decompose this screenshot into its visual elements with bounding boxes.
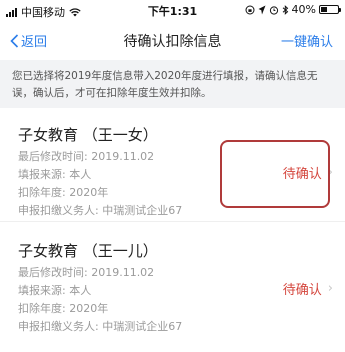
withholding-agent: 申报扣缴义务人: 中瑞测试企业67 [18,204,183,217]
status-label: 待确认 [282,283,322,298]
battery-icon [319,5,341,14]
notice-banner: 您已选择将2019年度信息带入2020年度进行填报，请确认信息无误，确认后，才可… [0,60,345,108]
highlight-box [220,140,330,208]
bluetooth-icon [282,4,288,15]
modified-time: 最后修改时间: 2019.11.02 [18,266,155,279]
withholding-agent: 申报扣缴义务人: 中瑞测试企业67 [18,320,183,333]
rotation-lock-icon [245,5,255,14]
back-button[interactable]: 返回 [10,31,47,50]
back-label: 返回 [21,35,48,50]
confirm-all-button[interactable]: 一键确认 [281,31,333,50]
chevron-left-icon [10,33,19,48]
battery-percent: 40% [291,3,316,16]
status-right: 40% [245,3,341,16]
modified-time: 最后修改时间: 2019.11.02 [18,150,155,163]
deduction-card[interactable]: 子女教育 （王一儿） 最后修改时间: 2019.11.02 填报来源: 本人 扣… [0,228,345,333]
confirm-status-button[interactable]: 待确认 › [283,279,333,298]
nav-bar: 返回 待确认扣除信息 一键确认 [0,20,345,60]
deduction-year: 扣除年度: 2020年 [18,186,109,199]
deduction-year: 扣除年度: 2020年 [18,302,109,315]
battery-level [321,7,328,12]
status-bar: 中国移动 下午1:31 40% [0,0,345,20]
deduction-title: 子女教育 （王一女） [18,126,158,144]
chevron-right-icon: › [327,281,333,296]
divider [0,221,345,222]
report-source: 填报来源: 本人 [18,168,92,181]
location-icon [258,5,266,14]
report-source: 填报来源: 本人 [18,284,92,297]
alarm-icon [269,5,278,15]
deduction-title: 子女教育 （王一儿） [18,242,158,260]
